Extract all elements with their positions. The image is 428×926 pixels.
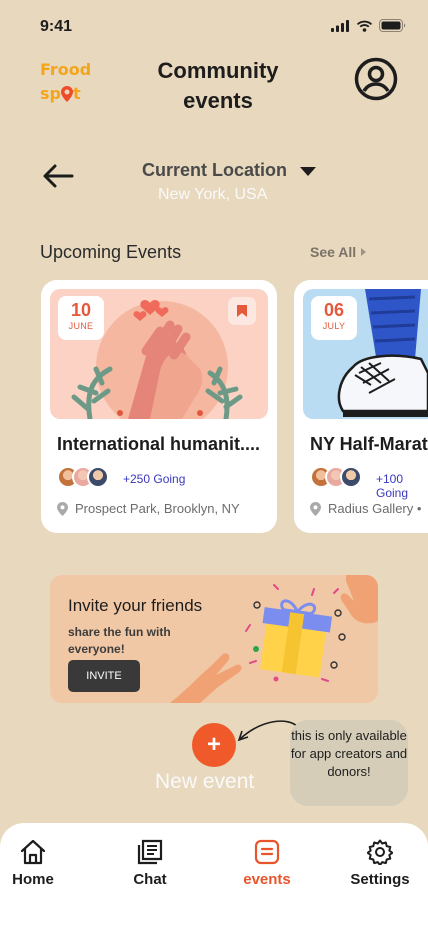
map-pin-icon [60,86,73,102]
event-title: NY Half-Marat [310,434,428,454]
plus-icon: + [206,731,221,758]
home-icon [20,839,46,865]
status-time: 9:41 [40,18,73,35]
add-event-button[interactable]: + [192,723,236,767]
invite-title: Invite your friends [68,596,203,615]
date-day: 10 [70,300,92,320]
creator-note: this is only available for app creators … [290,720,408,806]
tab-label: Home [12,871,54,888]
section-title: Upcoming Events [40,242,182,262]
invite-banner: Invite your friends share the fun with e… [50,575,378,703]
tab-events[interactable]: events [222,839,312,888]
event-location-text: Prospect Park, Brooklyn, NY [75,501,240,516]
back-arrow-icon[interactable] [40,158,76,194]
tab-settings[interactable]: Settings [335,839,425,888]
event-location: Radius Gallery • [310,501,421,516]
tab-label: Chat [133,871,167,888]
attendee-avatars [310,466,362,488]
logo-line2: sp t [40,82,91,106]
battery-icon [379,19,406,32]
bottom-tab-bar: Home Chat events Settings [0,823,428,926]
attendee-avatars [57,466,109,488]
profile-icon[interactable] [354,57,398,101]
avatar [87,466,109,488]
invite-subtitle: share the fun with everyone! [68,625,171,656]
tab-label: Settings [350,871,410,888]
gear-icon [367,839,393,865]
status-icons [331,19,406,32]
app-logo: Frood sp t [40,58,91,106]
event-location: Prospect Park, Brooklyn, NY [57,501,240,516]
going-count: +100 Going [376,472,409,500]
see-all-label: See All [310,244,357,260]
chevron-right-icon [361,248,367,256]
status-bar: 9:41 [0,0,428,52]
date-month: JUNE [68,321,94,331]
avatar [340,466,362,488]
invite-button[interactable]: INVITE [68,660,140,692]
tab-label: events [243,871,291,888]
location-value: New York, USA [158,186,268,203]
location-label[interactable]: Current Location [142,160,287,181]
page-title: Community events [157,58,279,113]
tab-chat[interactable]: Chat [105,839,195,888]
event-card[interactable]: 06 JULY NY Half-Marat +100 Going Radius … [294,280,428,533]
chat-icon [137,839,163,865]
date-month: JULY [322,321,346,331]
events-icon [254,839,280,865]
bookmark-icon [237,305,247,317]
bookmark-button[interactable] [228,297,256,325]
event-location-text: Radius Gallery • [328,501,422,516]
logo-line1: Frood [40,60,92,79]
logo-line2-a: sp [40,84,61,103]
location-pin-icon [310,501,321,516]
chevron-down-icon[interactable] [300,167,316,176]
wifi-icon [356,20,373,32]
tab-home[interactable]: Home [0,839,78,888]
signal-icon [331,19,349,32]
logo-line2-b: t [72,84,81,103]
new-event-label: New event [155,770,255,793]
date-badge: 10 JUNE [58,296,104,340]
event-title: International humanit.... [57,434,261,454]
date-badge: 06 JULY [311,296,357,340]
date-day: 06 [323,300,345,320]
location-pin-icon [57,501,68,516]
event-card[interactable]: 10 JUNE International humanit.... +250 G… [41,280,277,533]
going-count: +250 Going [123,472,186,486]
see-all-link[interactable]: See All [310,244,367,260]
